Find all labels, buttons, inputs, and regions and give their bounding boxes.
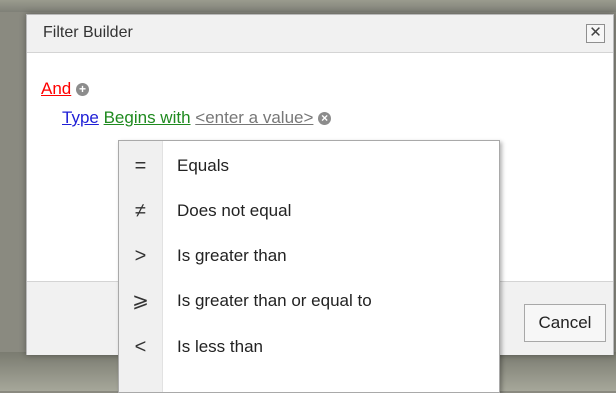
less-than-icon: <: [134, 336, 147, 358]
menu-item-greater-or-equal[interactable]: ⩾ Is greater than or equal to: [119, 279, 499, 323]
group-row: And +: [41, 79, 89, 99]
greater-than-icon: >: [134, 245, 147, 267]
close-icon: ✕: [589, 24, 602, 41]
menu-item-label: Is greater than: [177, 246, 287, 265]
cancel-button[interactable]: Cancel: [524, 304, 606, 342]
field-link[interactable]: Type: [62, 108, 99, 127]
menu-item-label: Is less than: [177, 337, 263, 356]
menu-item-label: Equals: [177, 156, 229, 175]
equals-icon: =: [134, 155, 147, 177]
menu-item-does-not-equal[interactable]: ≠ Does not equal: [119, 189, 499, 233]
menu-item-less-than[interactable]: < Is less than: [119, 325, 499, 369]
value-placeholder[interactable]: <enter a value>: [195, 108, 313, 127]
dialog-title: Filter Builder: [43, 24, 133, 41]
menu-item-greater-than[interactable]: > Is greater than: [119, 234, 499, 278]
operation-dropdown-menu: = Equals ≠ Does not equal > Is greater t…: [118, 140, 500, 393]
condition-row: Type Begins with <enter a value> ×: [62, 108, 332, 128]
menu-item-label: Is greater than or equal to: [177, 291, 372, 310]
remove-circle-icon[interactable]: ×: [318, 112, 332, 125]
background-top: [0, 0, 616, 12]
menu-item-label: Does not equal: [177, 201, 292, 220]
not-equal-icon: ≠: [135, 200, 146, 222]
close-button[interactable]: ✕: [586, 24, 605, 43]
menu-item-equals[interactable]: = Equals: [119, 144, 499, 188]
group-operator-link[interactable]: And: [41, 79, 71, 98]
dialog-titlebar[interactable]: Filter Builder ✕: [27, 15, 613, 53]
plus-circle-icon[interactable]: +: [75, 83, 89, 96]
operation-link[interactable]: Begins with: [104, 108, 191, 127]
greater-or-equal-icon: ⩾: [132, 290, 149, 312]
